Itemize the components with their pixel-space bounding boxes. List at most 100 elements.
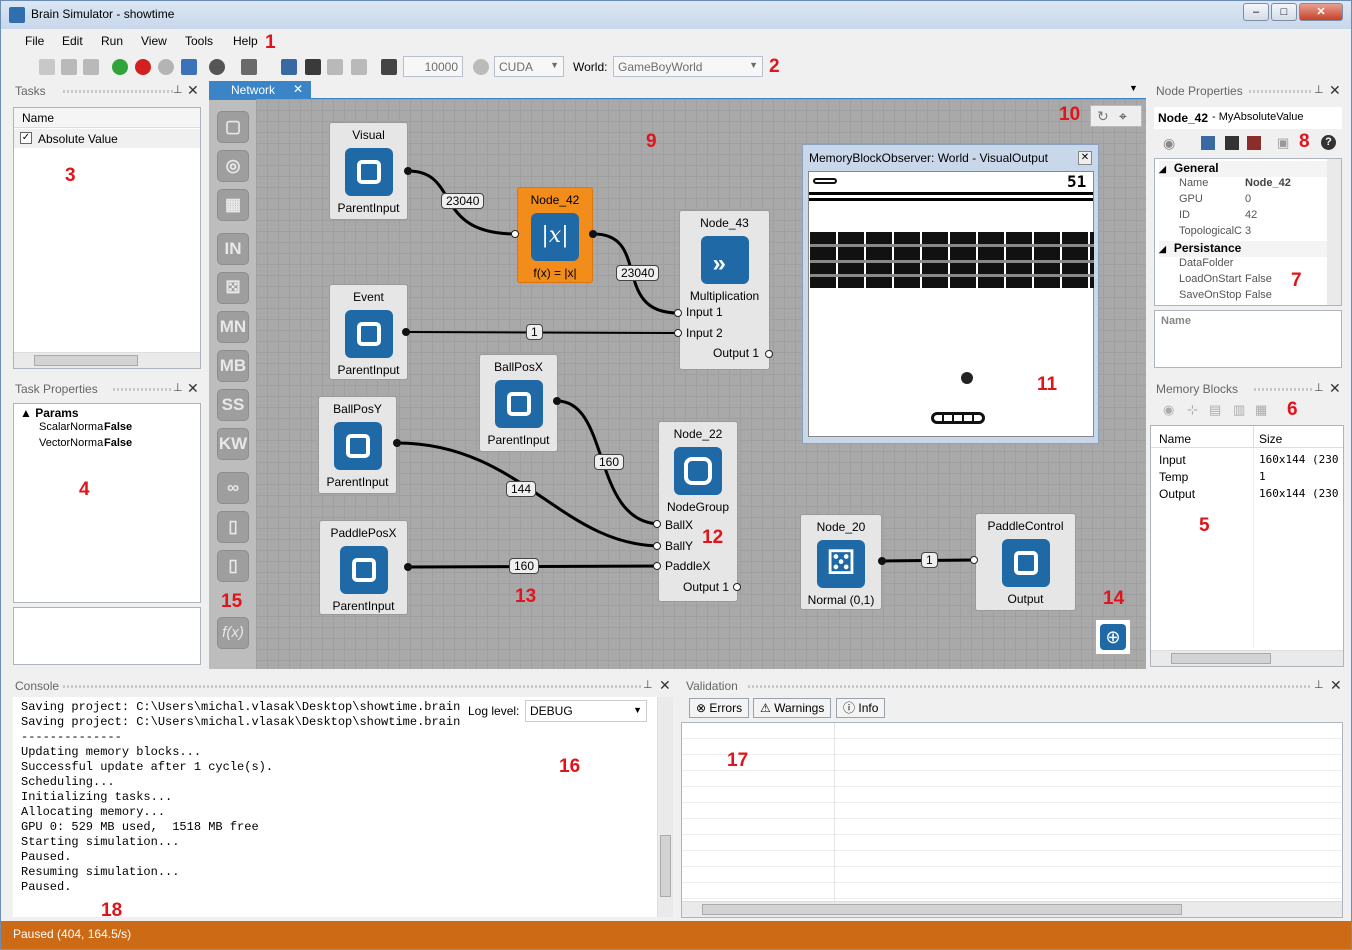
collapse-icon[interactable]: ◢ [1159,244,1166,254]
brick-row-gap [810,274,1094,277]
props-vscrollbar[interactable] [1327,159,1341,305]
pin-icon[interactable]: ⊥ [1314,381,1324,394]
close-icon[interactable]: ✕ [1329,82,1341,99]
world-button[interactable]: ⊕ [1095,619,1131,655]
prop-key: SaveOnStop [1179,289,1242,301]
node-42[interactable]: Node_42 |x| f(x) = |x| [517,187,593,283]
multiplication-icon: » [700,236,749,284]
info-filter[interactable]: ⓘ Info [836,698,886,718]
output-port[interactable] [393,439,401,447]
log-level-value: DEBUG [530,704,573,718]
bar-icon[interactable]: ▥ [1233,402,1245,418]
close-icon[interactable]: ✕ [1330,677,1342,694]
pin-icon[interactable]: ⊥ [1314,678,1324,691]
node-22[interactable]: Node_22 NodeGroup BallX BallY PaddleX Ou… [658,421,738,602]
grip [1249,90,1313,93]
memory-name: Output [1159,487,1196,501]
prop-value[interactable]: False [1245,289,1272,301]
output-port[interactable] [404,563,412,571]
memory-size: 160x144 (230 [1259,453,1339,466]
errors-filter[interactable]: ⊗ Errors [689,698,750,718]
help-icon[interactable]: ? [1321,135,1336,150]
prop-group[interactable]: ◢ General [1159,161,1329,177]
node-43[interactable]: Node_43 » Multiplication Input 1 Input 2… [679,210,770,370]
eye-icon[interactable]: ◉ [1163,402,1174,418]
memory-row[interactable]: Temp 1 [1151,469,1343,485]
pin-icon[interactable]: ⊥ [643,678,653,691]
close-icon[interactable]: ✕ [1329,380,1341,397]
node-ballposx[interactable]: BallPosX ParentInput [479,354,558,452]
prop-value[interactable]: 42 [1245,209,1257,221]
output-port[interactable] [589,230,597,238]
output-port[interactable] [404,167,412,175]
log-level-select[interactable]: DEBUG ▼ [525,700,647,722]
annotation-5: 5 [1199,515,1210,536]
input-port[interactable] [653,542,661,550]
output-port[interactable] [733,583,741,591]
reset-icon[interactable]: ↻ [1097,108,1109,125]
prop-value[interactable]: 0 [1245,193,1251,205]
load-data-icon[interactable] [1225,136,1239,150]
zoom-fit-icon[interactable]: ⌖ [1119,108,1127,125]
prop-value[interactable]: False [1245,273,1272,285]
memory-row[interactable]: Output 160x144 (230 [1151,486,1343,502]
brick-row-gap [810,244,1094,247]
scroll-thumb[interactable] [660,835,671,897]
output-port[interactable] [553,397,561,405]
plot-icon[interactable]: ▤ [1209,402,1221,418]
scroll-thumb[interactable] [1171,653,1271,664]
pin-icon[interactable]: ⊥ [1314,83,1324,96]
warnings-filter[interactable]: ⚠ Warnings [753,698,832,718]
scroll-thumb[interactable] [702,904,1182,915]
validation-hscrollbar[interactable] [682,901,1342,917]
node-20[interactable]: Node_20 ⚄ Normal (0,1) [800,514,882,610]
node-props-header: Node Properties ⊥ ✕ [1154,82,1342,100]
memory-hscrollbar[interactable] [1151,650,1343,666]
camera-icon[interactable]: ▣ [1277,135,1289,151]
node-visual[interactable]: Visual ParentInput [329,122,408,220]
node-label: ParentInput [337,201,400,215]
output-port[interactable] [402,328,410,336]
eye-icon[interactable]: ◉ [1163,135,1175,152]
save-data-icon[interactable] [1201,136,1215,150]
input-port[interactable] [970,556,978,564]
prop-group-label: General [1173,161,1219,175]
top-wall [809,198,1093,201]
input-port[interactable] [511,230,519,238]
validation-header: Validation ⊥ ✕ [684,677,1342,695]
input-port[interactable] [653,562,661,570]
output-port[interactable] [878,557,886,565]
annotation-14: 14 [1103,588,1125,609]
collapse-icon[interactable]: ◢ [1159,164,1166,174]
input-icon [494,380,543,428]
close-icon[interactable]: ✕ [659,677,671,694]
node-event[interactable]: Event ParentInput [329,284,408,380]
input-port[interactable] [674,329,682,337]
node-props-selection: Node_42 - MyAbsoluteValue [1154,107,1342,129]
memory-row[interactable]: Input 160x144 (230 [1151,452,1343,468]
input-port[interactable] [653,520,661,528]
input-icon [344,148,393,196]
errors-label: Errors [709,701,743,715]
node-title: Node_20 [816,520,866,534]
grip [748,685,1312,688]
add-observer-icon[interactable]: ⊹ [1187,402,1198,418]
output-port[interactable] [765,350,773,358]
input-port[interactable] [674,309,682,317]
node-paddlecontrol[interactable]: PaddleControl Output [975,513,1076,611]
prop-group[interactable]: ◢ Persistance [1159,241,1329,257]
console-vscrollbar[interactable] [657,697,673,917]
close-icon[interactable]: ✕ [1078,151,1092,165]
observer-window[interactable]: MemoryBlockObserver: World - VisualOutpu… [802,144,1099,444]
memory-blocks-title: Memory Blocks [1156,382,1239,396]
clear-data-icon[interactable] [1247,136,1261,150]
input-icon [333,422,382,470]
selected-type: - MyAbsoluteValue [1212,111,1304,123]
histogram-icon[interactable]: ▦ [1255,402,1267,418]
annotation-6: 6 [1287,399,1298,420]
node-paddleposx[interactable]: PaddlePosX ParentInput [319,520,408,615]
node-ballposy[interactable]: BallPosY ParentInput [318,396,397,494]
prop-value[interactable]: Node_42 [1245,177,1291,189]
port-label: BallY [665,539,694,553]
prop-value[interactable]: 3 [1245,225,1251,237]
